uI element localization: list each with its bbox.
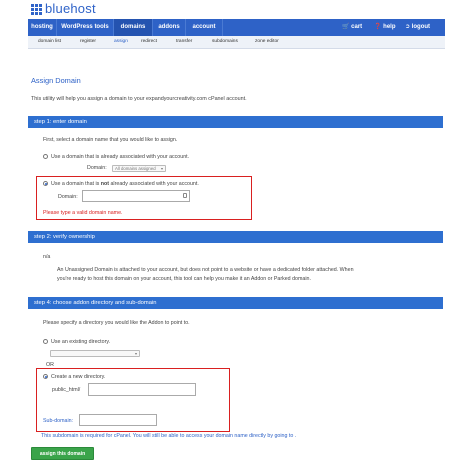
subnav-subdomains[interactable]: subdomains: [212, 36, 238, 48]
nav-item-hosting[interactable]: hosting: [28, 19, 56, 36]
subdomain-note: This subdomain is required for cPanel. Y…: [41, 433, 297, 439]
bluehost-logo-icon: [31, 4, 42, 15]
step1-instruction: First, select a domain name that you wou…: [43, 137, 178, 143]
logout-icon: ➲: [405, 24, 411, 30]
help-label: help: [383, 24, 396, 30]
domain-input[interactable]: [82, 190, 190, 202]
logout-label: logout: [411, 24, 431, 30]
cart-icon: 🛒: [342, 24, 350, 30]
nav-item-wordpress-tools[interactable]: WordPress tools: [57, 19, 113, 36]
chevron-down-icon: ▾: [160, 166, 163, 171]
domain-select-value: All domains assigned: [115, 166, 156, 171]
subnav-domain-list[interactable]: domain list: [38, 36, 61, 48]
step4-instruction: Please specify a directory you would lik…: [43, 320, 190, 326]
logout-link[interactable]: ➲ logout: [405, 19, 430, 36]
nav-item-domains[interactable]: domains: [114, 19, 152, 36]
radio-existing-directory[interactable]: [43, 339, 48, 344]
domain-select[interactable]: All domains assigned ▾: [112, 165, 166, 172]
brand-name: bluehost: [45, 1, 96, 16]
nav-item-addons[interactable]: addons: [153, 19, 185, 36]
page-title: Assign Domain: [31, 76, 81, 85]
cart-link[interactable]: 🛒 cart: [342, 19, 362, 36]
subnav-transfer[interactable]: transfer: [176, 36, 192, 48]
option-new-directory-label: Create a new directory.: [51, 374, 106, 380]
option-existing-directory-label: Use an existing directory.: [51, 339, 111, 345]
domain-error-message: Please type a valid domain name.: [43, 210, 123, 216]
step2-description-line2: you're ready to host this domain on your…: [57, 276, 311, 282]
radio-existing-domain[interactable]: [43, 154, 48, 159]
subdomain-input[interactable]: [79, 414, 157, 426]
domain-input-label: Domain:: [58, 194, 78, 200]
subnav-register[interactable]: register: [80, 36, 96, 48]
public-html-input[interactable]: [88, 383, 196, 396]
subnav-redirect[interactable]: redirect: [141, 36, 157, 48]
domain-select-label: Domain:: [87, 165, 107, 171]
cart-label: cart: [351, 24, 363, 30]
subdomain-label: Sub-domain:: [43, 418, 74, 424]
step1-header: step 1: enter domain: [28, 116, 443, 128]
existing-directory-select[interactable]: ▾: [50, 350, 140, 357]
assign-domain-button[interactable]: assign this domain: [31, 447, 94, 460]
domains-subnav: domain list register assign redirect tra…: [28, 36, 445, 49]
radio-new-directory[interactable]: [43, 374, 48, 379]
step2-na: n/a: [43, 254, 51, 260]
step4-header: step 4: choose addon directory and sub-d…: [28, 297, 443, 309]
main-nav: hosting WordPress tools domains addons a…: [28, 19, 445, 36]
option-new-domain-label: Use a domain that is not already associa…: [51, 181, 199, 187]
page-intro: This utility will help you assign a doma…: [31, 96, 247, 102]
nav-item-account[interactable]: account: [186, 19, 222, 36]
public-html-label: public_html/: [52, 387, 81, 393]
option-existing-domain-label: Use a domain that is already associated …: [51, 154, 190, 160]
chevron-down-icon: ▾: [134, 351, 137, 356]
subnav-assign[interactable]: assign: [114, 36, 128, 48]
radio-new-domain[interactable]: [43, 181, 48, 186]
step2-header: step 2: verify ownership: [28, 231, 443, 243]
step2-description-line1: An Unassigned Domain is attached to your…: [57, 267, 354, 273]
help-icon: ❓: [374, 24, 382, 30]
logo-bar: bluehost: [0, 0, 474, 18]
help-link[interactable]: ❓ help: [374, 19, 396, 36]
autofill-icon: [183, 193, 187, 198]
subnav-zone-editor[interactable]: zone editor: [255, 36, 279, 48]
